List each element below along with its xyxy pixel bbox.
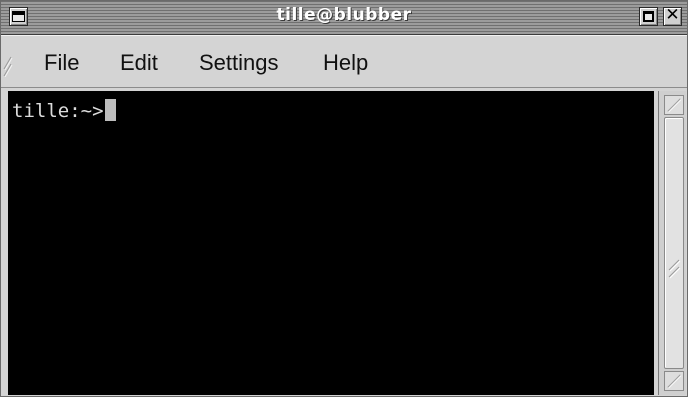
vertical-scrollbar[interactable]: [658, 91, 686, 395]
scroll-down-icon[interactable]: [664, 371, 684, 391]
terminal-line: tille:~>: [12, 99, 116, 123]
maximize-icon: [643, 11, 654, 22]
text-cursor: [104, 99, 116, 121]
menu-bar: File Edit Settings Help: [1, 35, 687, 88]
menu-help[interactable]: Help: [323, 51, 368, 75]
close-button[interactable]: ✕: [663, 5, 682, 26]
scroll-up-icon[interactable]: [664, 95, 684, 115]
menubar-grip-icon[interactable]: [3, 49, 13, 77]
menu-edit[interactable]: Edit: [120, 51, 158, 75]
thumb-grip-icon: [668, 259, 681, 279]
menu-file[interactable]: File: [44, 51, 79, 75]
title-bar[interactable]: tille@blubber ✕: [1, 1, 687, 35]
terminal-area[interactable]: tille:~>: [8, 91, 654, 395]
maximize-button[interactable]: [639, 7, 658, 26]
close-icon: ✕: [665, 5, 680, 25]
terminal-window: tille@blubber ✕ File Edit Settings Help …: [0, 0, 688, 397]
window-title: tille@blubber: [276, 5, 412, 25]
scroll-thumb[interactable]: [664, 117, 684, 369]
shell-prompt: tille:~>: [12, 100, 104, 122]
menu-settings[interactable]: Settings: [199, 51, 279, 75]
